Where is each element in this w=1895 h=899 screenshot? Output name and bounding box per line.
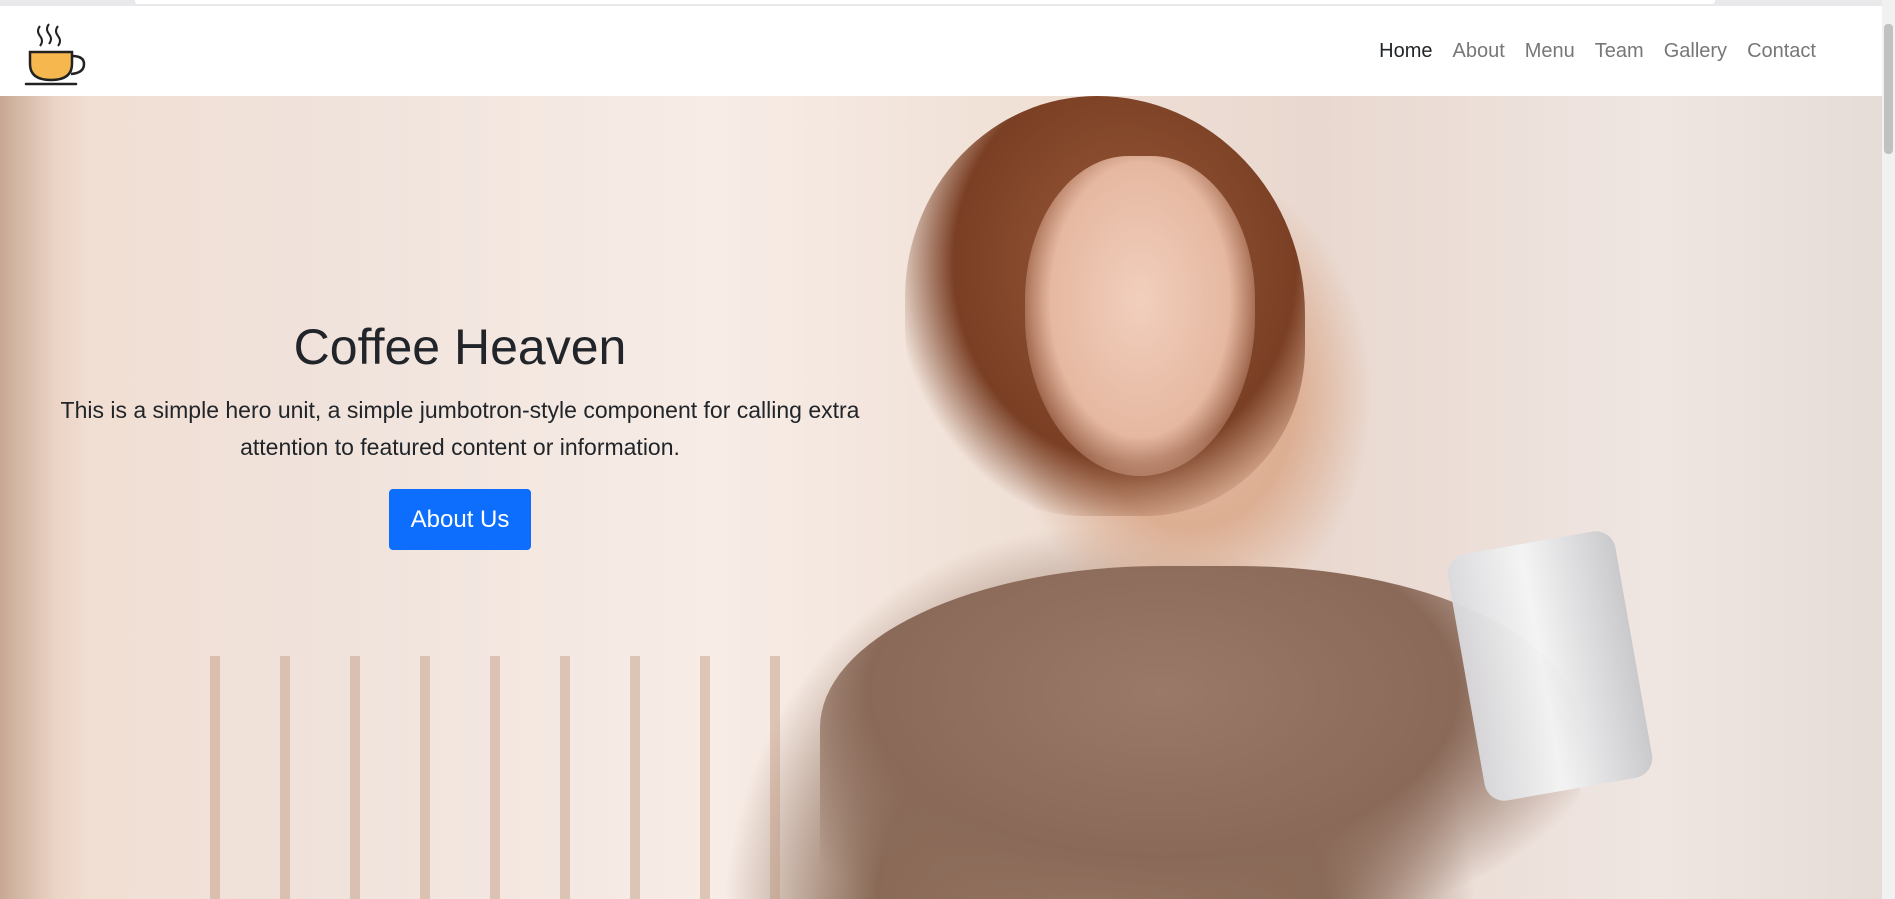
nav-about[interactable]: About [1443, 6, 1515, 96]
scrollbar-thumb[interactable] [1884, 24, 1893, 154]
hero-title: Coffee Heaven [293, 319, 627, 375]
hero-text: This is a simple hero unit, a simple jum… [60, 397, 860, 460]
about-us-button[interactable]: About Us [388, 489, 532, 550]
hero-background-balcony [210, 656, 810, 899]
hero-person-face [1025, 156, 1255, 476]
main-nav: Home About Menu Team Gallery Contact [1369, 6, 1826, 96]
nav-team[interactable]: Team [1585, 6, 1654, 96]
nav-gallery[interactable]: Gallery [1654, 6, 1737, 96]
page-scrollbar[interactable] [1882, 0, 1895, 899]
browser-tab-strip [135, 0, 1715, 4]
nav-contact[interactable]: Contact [1737, 6, 1826, 96]
hero-section: Coffee Heaven This is a simple hero unit… [0, 96, 1882, 899]
nav-menu[interactable]: Menu [1515, 6, 1585, 96]
nav-home[interactable]: Home [1369, 6, 1442, 96]
navbar: Home About Menu Team Gallery Contact [0, 6, 1882, 96]
hero-content: Coffee Heaven This is a simple hero unit… [40, 316, 880, 550]
coffee-cup-icon[interactable] [24, 22, 86, 88]
